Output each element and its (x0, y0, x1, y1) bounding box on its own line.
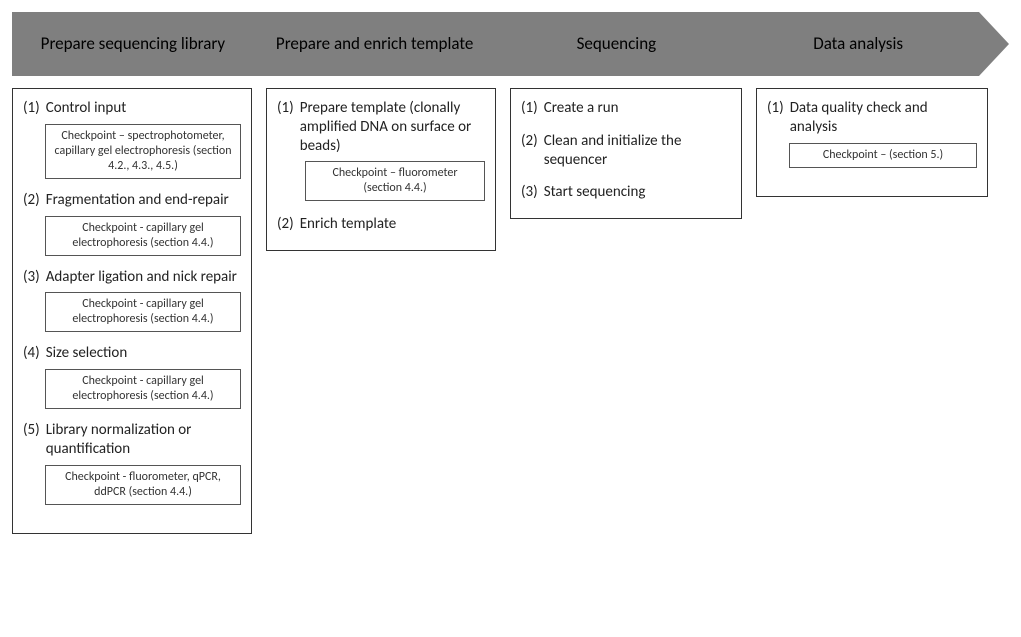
phase-header-4: Data analysis (737, 12, 979, 76)
phase-header-3: Sequencing (496, 12, 738, 76)
step: (1) Create a run (521, 99, 731, 118)
checkpoint-box: Checkpoint – spectrophotometer, capillar… (45, 124, 241, 179)
checkpoint-box: Checkpoint - capillary gel electrophores… (45, 216, 241, 256)
step-text: Fragmentation and end-repair (46, 191, 241, 210)
step-text: Clean and initialize the sequencer (544, 132, 731, 170)
step: (1) Control input (23, 99, 241, 118)
step: (1) Data quality check and analysis (767, 99, 977, 137)
step-number: (1) (521, 99, 538, 118)
arrow-head-icon (979, 12, 1009, 76)
phase-header-2: Prepare and enrich template (254, 12, 496, 76)
step-number: (1) (767, 99, 784, 137)
step-number: (2) (23, 191, 40, 210)
column-data-analysis: (1) Data quality check and analysis Chec… (756, 88, 988, 197)
step: (1) Prepare template (clonally amplified… (277, 99, 485, 155)
phase-title: Prepare sequencing library (41, 34, 225, 54)
step-text: Library normalization or quantification (46, 421, 241, 459)
step-number: (1) (23, 99, 40, 118)
phase-title: Prepare and enrich template (276, 34, 473, 54)
step-text: Prepare template (clonally amplified DNA… (300, 99, 485, 155)
step: (2) Enrich template (277, 215, 485, 234)
step-number: (3) (23, 268, 40, 287)
step-number: (5) (23, 421, 40, 459)
step: (2) Clean and initialize the sequencer (521, 132, 731, 170)
step: (3) Start sequencing (521, 183, 731, 202)
step: (5) Library normalization or quantificat… (23, 421, 241, 459)
checkpoint-box: Checkpoint - capillary gel electrophores… (45, 292, 241, 332)
step-number: (4) (23, 344, 40, 363)
step-text: Adapter ligation and nick repair (46, 268, 241, 287)
checkpoint-box: Checkpoint – fluorometer (section 4.4.) (305, 161, 485, 201)
column-sequencing: (1) Create a run (2) Clean and initializ… (510, 88, 742, 219)
step-text: Size selection (46, 344, 241, 363)
step-number: (2) (521, 132, 538, 170)
column-prepare-library: (1) Control input Checkpoint – spectroph… (12, 88, 252, 534)
step-number: (3) (521, 183, 538, 202)
checkpoint-box: Checkpoint - fluorometer, qPCR, ddPCR (s… (45, 465, 241, 505)
step: (2) Fragmentation and end-repair (23, 191, 241, 210)
step: (3) Adapter ligation and nick repair (23, 268, 241, 287)
phase-title: Data analysis (813, 34, 903, 54)
step-number: (1) (277, 99, 294, 155)
phase-title: Sequencing (577, 34, 657, 54)
columns-wrap: (1) Control input Checkpoint – spectroph… (12, 88, 1009, 534)
arrow-body: Prepare sequencing library Prepare and e… (12, 12, 979, 76)
column-prepare-template: (1) Prepare template (clonally amplified… (266, 88, 496, 251)
step: (4) Size selection (23, 344, 241, 363)
workflow-arrow: Prepare sequencing library Prepare and e… (12, 12, 1009, 76)
checkpoint-box: Checkpoint - capillary gel electrophores… (45, 369, 241, 409)
checkpoint-box: Checkpoint – (section 5.) (789, 143, 977, 168)
step-text: Data quality check and analysis (790, 99, 977, 137)
phase-header-1: Prepare sequencing library (12, 12, 254, 76)
step-text: Start sequencing (544, 183, 731, 202)
step-text: Control input (46, 99, 241, 118)
step-number: (2) (277, 215, 294, 234)
step-text: Enrich template (300, 215, 485, 234)
step-text: Create a run (544, 99, 731, 118)
